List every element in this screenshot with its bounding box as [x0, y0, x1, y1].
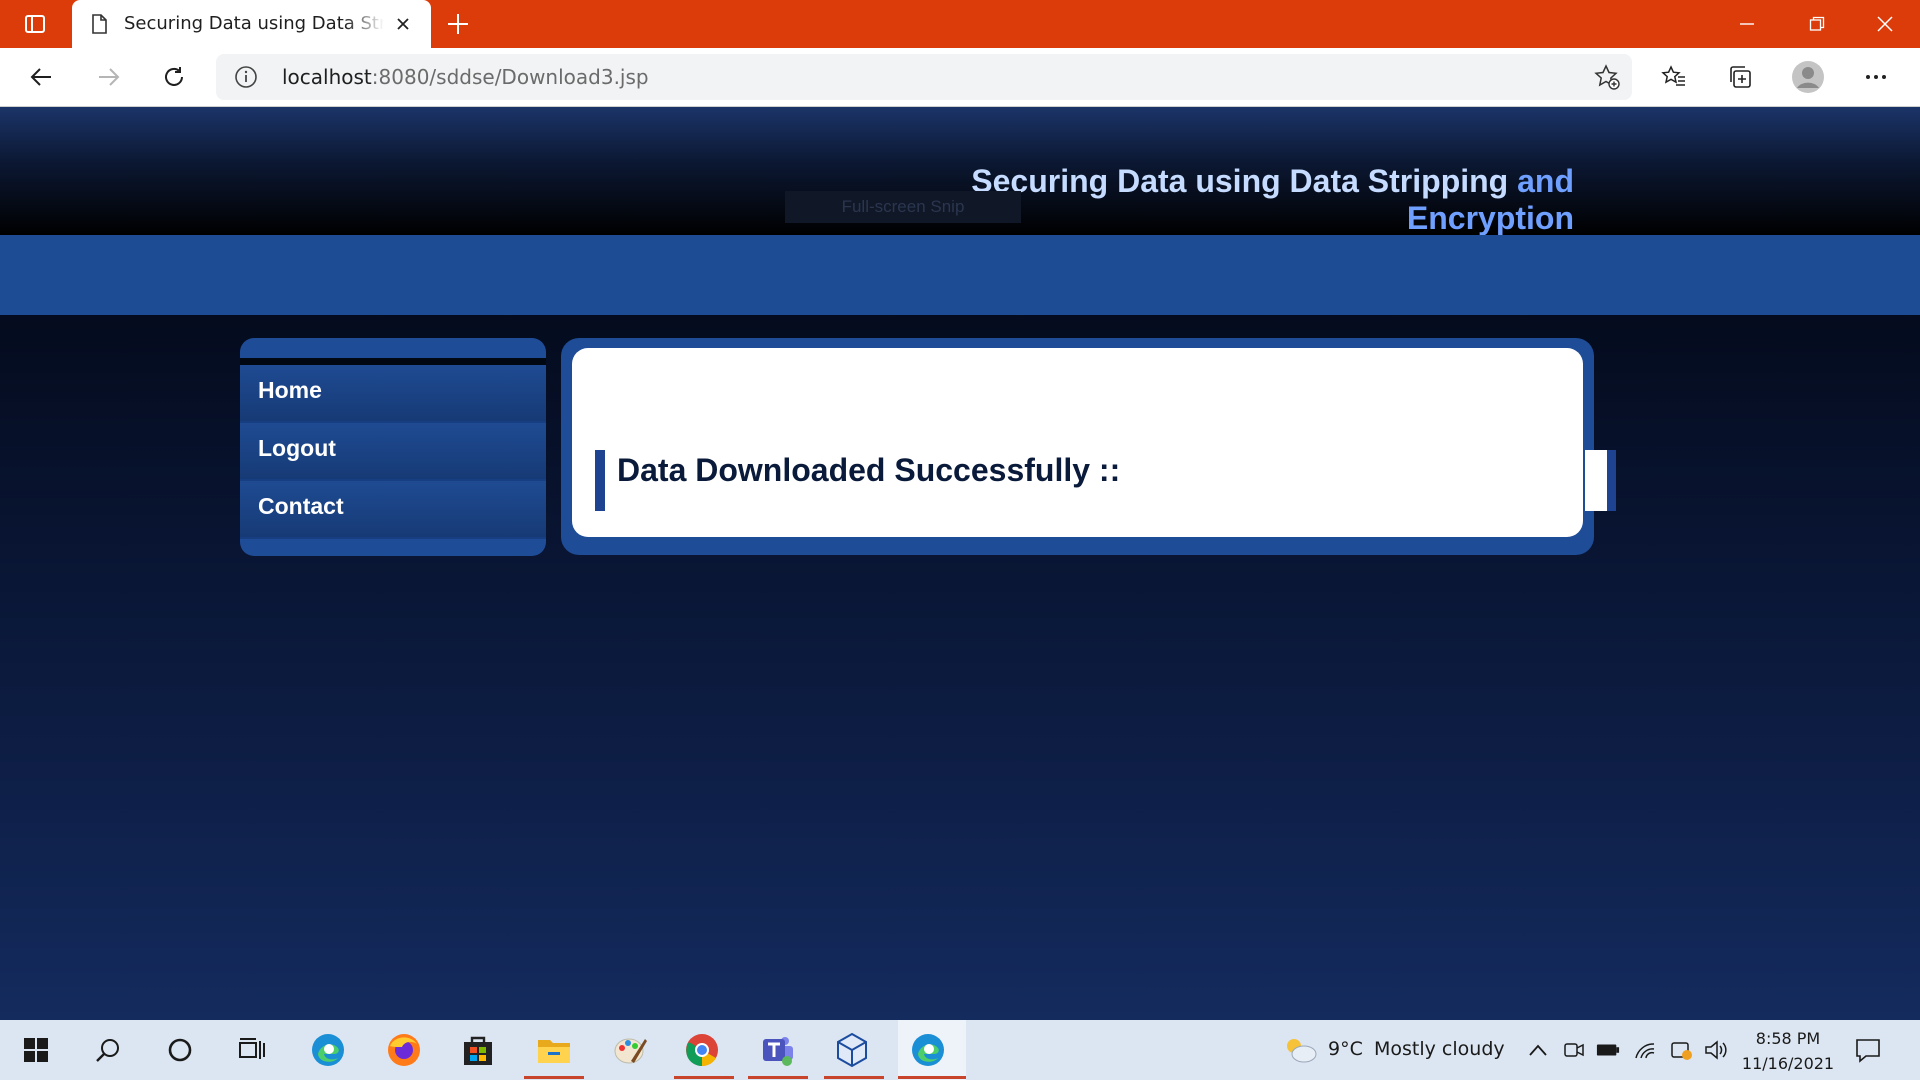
chrome-icon[interactable]	[682, 1030, 722, 1070]
running-indicator	[898, 1076, 966, 1079]
tab-actions-icon[interactable]	[16, 10, 54, 38]
minimize-icon[interactable]	[1712, 0, 1782, 48]
firefox-icon[interactable]	[384, 1030, 424, 1070]
virtualbox-icon[interactable]	[832, 1030, 872, 1070]
heading-accent-bar	[595, 450, 605, 511]
file-explorer-icon[interactable]	[534, 1030, 574, 1070]
browser-titlebar: Securing Data using Data Stripping and E…	[0, 0, 1920, 48]
site-info-icon[interactable]	[234, 65, 258, 89]
paint-icon[interactable]	[610, 1030, 650, 1070]
new-tab-icon[interactable]	[444, 10, 472, 38]
heading-tab-blue	[1607, 450, 1616, 511]
edge-icon[interactable]	[308, 1030, 348, 1070]
refresh-icon[interactable]	[156, 59, 192, 95]
cortana-icon[interactable]	[160, 1030, 200, 1070]
weather-cloud-icon[interactable]	[1280, 1038, 1320, 1063]
favorites-icon[interactable]	[1656, 59, 1692, 95]
content-card: Data Downloaded Successfully ::	[572, 348, 1583, 537]
nav-item-logout[interactable]: Logout	[240, 423, 546, 481]
wifi-icon[interactable]	[1634, 1038, 1658, 1062]
task-view-icon[interactable]	[232, 1030, 272, 1070]
show-hidden-icons-icon[interactable]	[1526, 1038, 1550, 1062]
content-panel: Data Downloaded Successfully ::	[561, 338, 1594, 555]
site-header: Securing Data using Data Stripping and En…	[0, 107, 1920, 236]
forward-icon[interactable]	[90, 59, 126, 95]
profile-avatar-icon[interactable]	[1790, 59, 1826, 95]
nav-item-home[interactable]: Home	[240, 365, 546, 423]
weather-temperature[interactable]: 9°C	[1328, 1038, 1363, 1060]
tab-title: Securing Data using Data Stripping and E…	[124, 13, 384, 34]
browser-tab-active[interactable]: Securing Data using Data Stripping and E…	[72, 0, 431, 48]
status-heading: Data Downloaded Successfully ::	[617, 452, 1121, 488]
sidebar-divider	[240, 358, 546, 365]
weather-condition[interactable]: Mostly cloudy	[1374, 1038, 1505, 1060]
clock-time: 8:58 PM	[1755, 1029, 1821, 1048]
running-indicator	[824, 1076, 884, 1079]
clock-date: 11/16/2021	[1741, 1054, 1835, 1073]
sidebar-menu: Home Logout Contact	[240, 338, 546, 556]
back-icon[interactable]	[24, 59, 60, 95]
meet-now-icon[interactable]	[1562, 1038, 1586, 1062]
more-menu-icon[interactable]	[1858, 59, 1894, 95]
system-clock[interactable]: 8:58 PM 11/16/2021	[1738, 1026, 1838, 1076]
store-icon[interactable]	[458, 1030, 498, 1070]
collections-icon[interactable]	[1722, 59, 1758, 95]
address-bar[interactable]: localhost:8080/sddse/Download3.jsp	[216, 54, 1632, 100]
search-icon[interactable]	[88, 1030, 128, 1070]
restore-icon[interactable]	[1782, 0, 1852, 48]
security-status-icon[interactable]	[1670, 1038, 1694, 1062]
nav-item-contact[interactable]: Contact	[240, 481, 546, 539]
start-icon[interactable]	[16, 1030, 56, 1070]
running-indicator	[524, 1076, 584, 1079]
add-favorite-icon[interactable]	[1594, 64, 1620, 90]
page-icon	[88, 13, 110, 35]
header-band	[0, 235, 1920, 315]
snip-overlay-label: Full-screen Snip	[785, 191, 1021, 223]
edge-active-icon[interactable]	[908, 1030, 948, 1070]
running-indicator	[748, 1076, 808, 1079]
close-window-icon[interactable]	[1850, 0, 1920, 48]
running-indicator	[674, 1076, 734, 1079]
url-text[interactable]: localhost:8080/sddse/Download3.jsp	[282, 65, 649, 89]
volume-icon[interactable]	[1704, 1038, 1728, 1062]
heading-tab-white	[1585, 450, 1607, 511]
notification-center-icon[interactable]	[1854, 1036, 1884, 1066]
battery-icon[interactable]	[1596, 1038, 1620, 1062]
close-tab-icon[interactable]	[392, 13, 414, 35]
teams-icon[interactable]	[758, 1030, 798, 1070]
browser-toolbar: localhost:8080/sddse/Download3.jsp	[0, 48, 1920, 107]
web-page: Securing Data using Data Stripping and En…	[0, 107, 1920, 1020]
windows-taskbar: 9°C Mostly cloudy 8:58 PM 11/16/2021	[0, 1020, 1920, 1080]
